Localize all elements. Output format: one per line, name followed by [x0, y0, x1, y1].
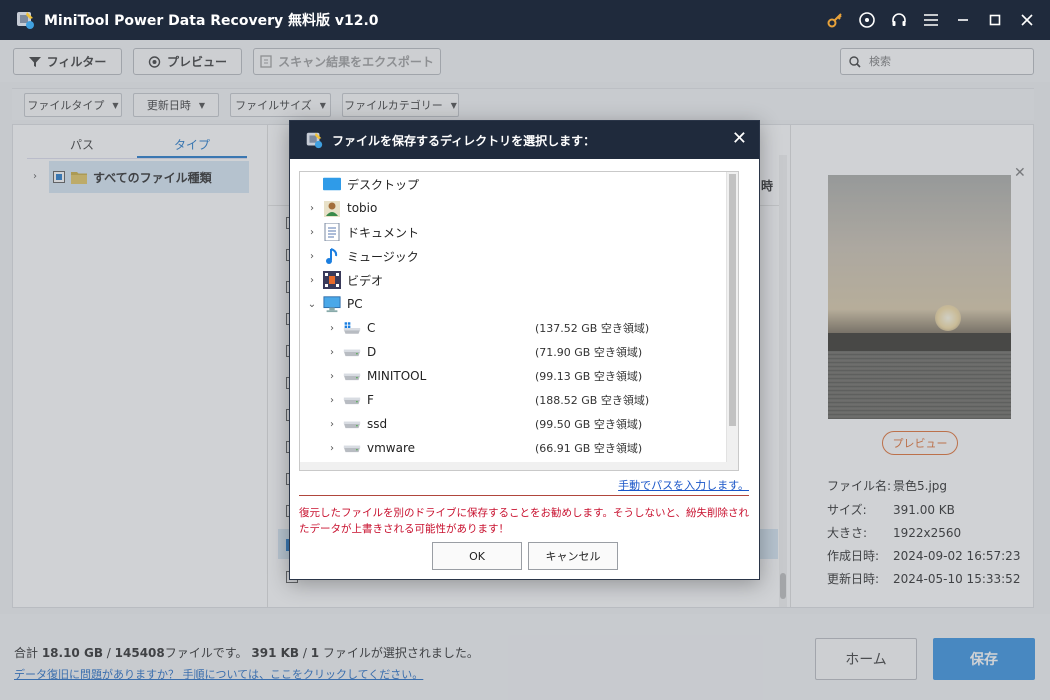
chevron-right-icon[interactable]: ›	[305, 275, 319, 286]
drive-free-space: (99.13 GB 空き領域)	[535, 370, 643, 383]
save-directory-dialog: ファイルを保存するディレクトリを選択します： ✕ デスクトップ › tobio › ドキ…	[289, 120, 760, 580]
directory-label: ドキュメント	[347, 225, 420, 240]
directory-row[interactable]: › C (137.52 GB 空き領域)	[301, 316, 725, 340]
directory-row[interactable]: › MINITOOL (99.13 GB 空き領域)	[301, 364, 725, 388]
directory-label: tobio	[347, 201, 378, 215]
directory-label: ビデオ	[347, 273, 384, 288]
directory-label: D	[367, 345, 377, 359]
close-icon[interactable]: ✕	[732, 129, 747, 149]
drive-free-space: (188.52 GB 空き領域)	[535, 394, 650, 407]
drive-icon	[343, 439, 361, 457]
directory-label: PC	[347, 297, 363, 311]
directory-row[interactable]: › ドキュメント	[301, 220, 725, 244]
key-icon[interactable]	[826, 11, 844, 29]
directory-label: F	[367, 393, 374, 407]
directory-row[interactable]: › ssd (99.50 GB 空き領域)	[301, 412, 725, 436]
manual-path-link[interactable]: 手動でパスを入力します。	[618, 477, 749, 493]
cancel-button[interactable]: キャンセル	[528, 542, 618, 570]
drive-icon	[343, 367, 361, 385]
chevron-down-icon[interactable]: ⌄	[305, 299, 319, 310]
close-window-icon[interactable]	[1018, 11, 1036, 29]
directory-label: vmware	[367, 441, 416, 455]
directory-row[interactable]: › ミュージック	[301, 244, 725, 268]
chevron-right-icon[interactable]: ›	[325, 323, 339, 334]
chevron-right-icon[interactable]: ›	[305, 203, 319, 214]
drive-icon	[343, 415, 361, 433]
user-icon	[323, 199, 341, 217]
directory-label: デスクトップ	[347, 177, 420, 192]
tree-vertical-scrollbar[interactable]	[726, 172, 738, 470]
windows-drive-icon	[343, 319, 361, 337]
chevron-right-icon[interactable]: ›	[305, 227, 319, 238]
warning-message: 復元したファイルを別のドライブに保存することをお勧めします。そうしないと、紛失削…	[299, 507, 750, 535]
drive-free-space: (71.90 GB 空き領域)	[535, 346, 643, 359]
minimize-icon[interactable]	[954, 11, 972, 29]
chevron-right-icon[interactable]: ›	[325, 443, 339, 454]
directory-row[interactable]: › F (188.52 GB 空き領域)	[301, 388, 725, 412]
directory-label: ssd	[367, 417, 388, 431]
pc-icon	[323, 295, 341, 313]
disc-icon[interactable]	[858, 11, 876, 29]
maximize-icon[interactable]	[986, 11, 1004, 29]
music-icon	[323, 247, 341, 265]
directory-row[interactable]: デスクトップ	[301, 172, 725, 196]
drive-free-space: (137.52 GB 空き領域)	[535, 322, 650, 335]
dialog-title: ファイルを保存するディレクトリを選択します：	[332, 133, 596, 148]
chevron-right-icon[interactable]: ›	[325, 347, 339, 358]
dialog-divider	[299, 495, 749, 496]
directory-tree-list: デスクトップ › tobio › ドキュメント › ミュージック › ビデオ ⌄ PC › C (137.…	[301, 172, 725, 470]
drive-icon	[343, 343, 361, 361]
desktop-icon	[323, 175, 341, 193]
title-bar: MiniTool Power Data Recovery 無料版 v12.0	[0, 0, 1050, 40]
drive-free-space: (66.91 GB 空き領域)	[535, 442, 643, 455]
directory-row[interactable]: › D (71.90 GB 空き領域)	[301, 340, 725, 364]
drive-icon	[343, 391, 361, 409]
dialog-logo-icon	[306, 132, 323, 149]
directory-row[interactable]: › ビデオ	[301, 268, 725, 292]
headset-icon[interactable]	[890, 11, 908, 29]
scrollbar-thumb[interactable]	[729, 174, 736, 426]
ok-button[interactable]: OK	[432, 542, 522, 570]
dialog-header: ファイルを保存するディレクトリを選択します： ✕	[290, 121, 759, 159]
chevron-right-icon[interactable]: ›	[325, 419, 339, 430]
window-title: MiniTool Power Data Recovery 無料版 v12.0	[44, 13, 379, 29]
directory-row[interactable]: › vmware (66.91 GB 空き領域)	[301, 436, 725, 460]
directory-label: ミュージック	[347, 249, 419, 264]
chevron-right-icon[interactable]: ›	[325, 371, 339, 382]
document-icon	[323, 223, 341, 241]
tree-horizontal-scrollbar[interactable]	[300, 462, 727, 470]
app-logo-icon	[17, 12, 34, 29]
chevron-right-icon[interactable]: ›	[305, 251, 319, 262]
chevron-right-icon[interactable]: ›	[325, 395, 339, 406]
drive-free-space: (99.50 GB 空き領域)	[535, 418, 643, 431]
directory-row[interactable]: ⌄ PC	[301, 292, 725, 316]
directory-label: C	[367, 321, 376, 335]
video-icon	[323, 271, 341, 289]
directory-row[interactable]: › tobio	[301, 196, 725, 220]
directory-label: MINITOOL	[367, 369, 427, 383]
menu-icon[interactable]	[922, 11, 940, 29]
directory-tree: デスクトップ › tobio › ドキュメント › ミュージック › ビデオ ⌄ PC › C (137.…	[299, 171, 739, 471]
